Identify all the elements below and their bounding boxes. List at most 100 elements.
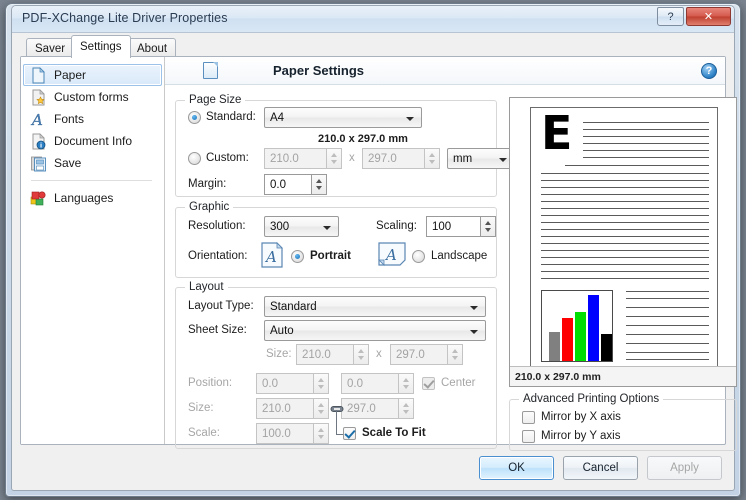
sidebar-item-custom-forms[interactable]: Custom forms [24, 86, 161, 108]
layout-type-value: Standard [270, 301, 317, 313]
scale-label: Scale: [188, 427, 220, 439]
help-titlebar-button[interactable]: ? [657, 7, 684, 26]
dialog-window: PDF-XChange Lite Driver Properties ? ✕ S… [5, 3, 741, 497]
scale-stepper[interactable] [314, 423, 329, 444]
portrait-label: Portrait [310, 250, 351, 262]
scaling-input[interactable]: 100 [426, 216, 481, 237]
custom-height-input[interactable]: 297.0 [362, 148, 425, 169]
close-button[interactable]: ✕ [686, 7, 731, 26]
page-size-group-title: Page Size [185, 94, 246, 106]
sidebar-item-save[interactable]: Save [24, 152, 161, 174]
scale-value: 100.0 [262, 428, 291, 440]
cancel-button[interactable]: Cancel [563, 456, 638, 480]
font-a-icon: A [30, 110, 47, 128]
link-line-vertical [336, 410, 337, 434]
portrait-icon[interactable]: A [261, 242, 283, 273]
svg-text:i: i [40, 142, 42, 149]
sidebar-label-paper: Paper [54, 68, 87, 82]
size-height-value: 297.0 [347, 403, 376, 415]
margin-stepper[interactable] [312, 174, 327, 195]
resolution-value: 300 [270, 221, 290, 233]
scaling-stepper[interactable] [481, 216, 496, 237]
standard-label: Standard: [206, 111, 256, 123]
custom-width-value: 210.0 [270, 153, 299, 165]
sheet-size-width-input[interactable]: 210.0 [296, 344, 354, 365]
advanced-group-title: Advanced Printing Options [519, 393, 664, 405]
layout-type-combo[interactable]: Standard [264, 296, 486, 317]
preview-dimension-label: 210.0 x 297.0 mm [510, 366, 736, 386]
size-height-stepper[interactable] [399, 398, 414, 419]
size-width-input[interactable]: 210.0 [256, 398, 314, 419]
position-label: Position: [188, 377, 233, 389]
layout-group-title: Layout [185, 281, 228, 293]
margin-value: 0.0 [270, 179, 286, 191]
custom-width-input[interactable]: 210.0 [264, 148, 327, 169]
layout-group: Layout Layout Type: Standard Sheet Size:… [175, 281, 497, 449]
ok-button[interactable]: OK [479, 456, 554, 480]
size-label: Size: [188, 402, 214, 414]
sheet-size-combo[interactable]: Auto [264, 320, 486, 341]
dimension-text: 210.0 x 297.0 mm [318, 133, 408, 145]
sidebar-item-fonts[interactable]: A Fonts [24, 108, 161, 130]
window-title: PDF-XChange Lite Driver Properties [22, 11, 228, 25]
sidebar-item-document-info[interactable]: i Document Info [24, 130, 161, 152]
size-height-input[interactable]: 297.0 [341, 398, 399, 419]
custom-x-separator: x [349, 152, 355, 164]
position-x-stepper[interactable] [314, 373, 329, 394]
sidebar-label-document-info: Document Info [54, 134, 133, 148]
standard-size-value: A4 [270, 112, 285, 124]
landscape-radio[interactable] [412, 250, 425, 263]
resolution-label: Resolution: [188, 220, 246, 232]
chart-bar [588, 294, 599, 361]
chart-bar [562, 317, 573, 361]
custom-height-stepper[interactable] [425, 148, 440, 169]
sheet-size-height-stepper[interactable] [448, 344, 463, 365]
resolution-combo[interactable]: 300 [264, 216, 339, 237]
page-star-icon [30, 88, 47, 106]
scale-input[interactable]: 100.0 [256, 423, 314, 444]
page-info-icon: i [30, 132, 47, 150]
apply-button[interactable]: Apply [647, 456, 722, 480]
svg-text:A: A [30, 111, 43, 128]
custom-radio[interactable] [188, 152, 201, 165]
sidebar-item-languages[interactable]: Languages [24, 187, 161, 209]
tab-settings[interactable]: Settings [71, 35, 131, 58]
mirror-y-checkbox[interactable] [522, 430, 535, 443]
center-checkbox[interactable] [422, 377, 435, 390]
sheet-size-x-separator: x [376, 348, 382, 360]
standard-radio[interactable] [188, 111, 201, 124]
graphic-group: Graphic Resolution: 300 Scaling: 100 Ori… [175, 201, 497, 278]
mirror-y-label: Mirror by Y axis [541, 430, 621, 442]
size-width-stepper[interactable] [314, 398, 329, 419]
landscape-icon[interactable]: A [378, 242, 406, 271]
tab-saver[interactable]: Saver [26, 38, 75, 58]
content-header: Paper Settings ? [165, 57, 725, 85]
preview-bar-chart [541, 290, 613, 362]
position-y-stepper[interactable] [399, 373, 414, 394]
margin-input[interactable]: 0.0 [264, 174, 312, 195]
custom-width-stepper[interactable] [327, 148, 342, 169]
sheet-size-width-stepper[interactable] [354, 344, 369, 365]
sheet-size-height-input[interactable]: 297.0 [390, 344, 448, 365]
page-size-group: Page Size Standard: A4 210.0 x 297.0 mm … [175, 94, 515, 197]
portrait-radio[interactable] [291, 250, 304, 263]
sidebar-label-custom-forms: Custom forms [54, 90, 129, 104]
title-bar[interactable]: PDF-XChange Lite Driver Properties ? ✕ [12, 6, 734, 33]
mirror-x-checkbox[interactable] [522, 411, 535, 424]
margin-label: Margin: [188, 178, 227, 190]
units-combo[interactable]: mm [447, 148, 515, 169]
tab-about[interactable]: About [128, 38, 177, 58]
svg-text:A: A [264, 248, 277, 266]
position-x-input[interactable]: 0.0 [256, 373, 314, 394]
preview-paper: E [530, 107, 718, 367]
content-area: Paper Settings ? Page Size Standard: A4 … [165, 57, 737, 451]
sidebar-item-paper[interactable]: Paper [23, 64, 162, 86]
mirror-x-label: Mirror by X axis [541, 411, 621, 423]
window-controls: ? ✕ [655, 7, 731, 26]
position-y-input[interactable]: 0.0 [341, 373, 399, 394]
standard-size-combo[interactable]: A4 [264, 107, 422, 128]
help-icon[interactable]: ? [701, 63, 717, 79]
dialog-buttons: OK Cancel Apply [479, 456, 722, 480]
center-label: Center [441, 377, 476, 389]
scale-to-fit-checkbox[interactable] [343, 427, 356, 440]
